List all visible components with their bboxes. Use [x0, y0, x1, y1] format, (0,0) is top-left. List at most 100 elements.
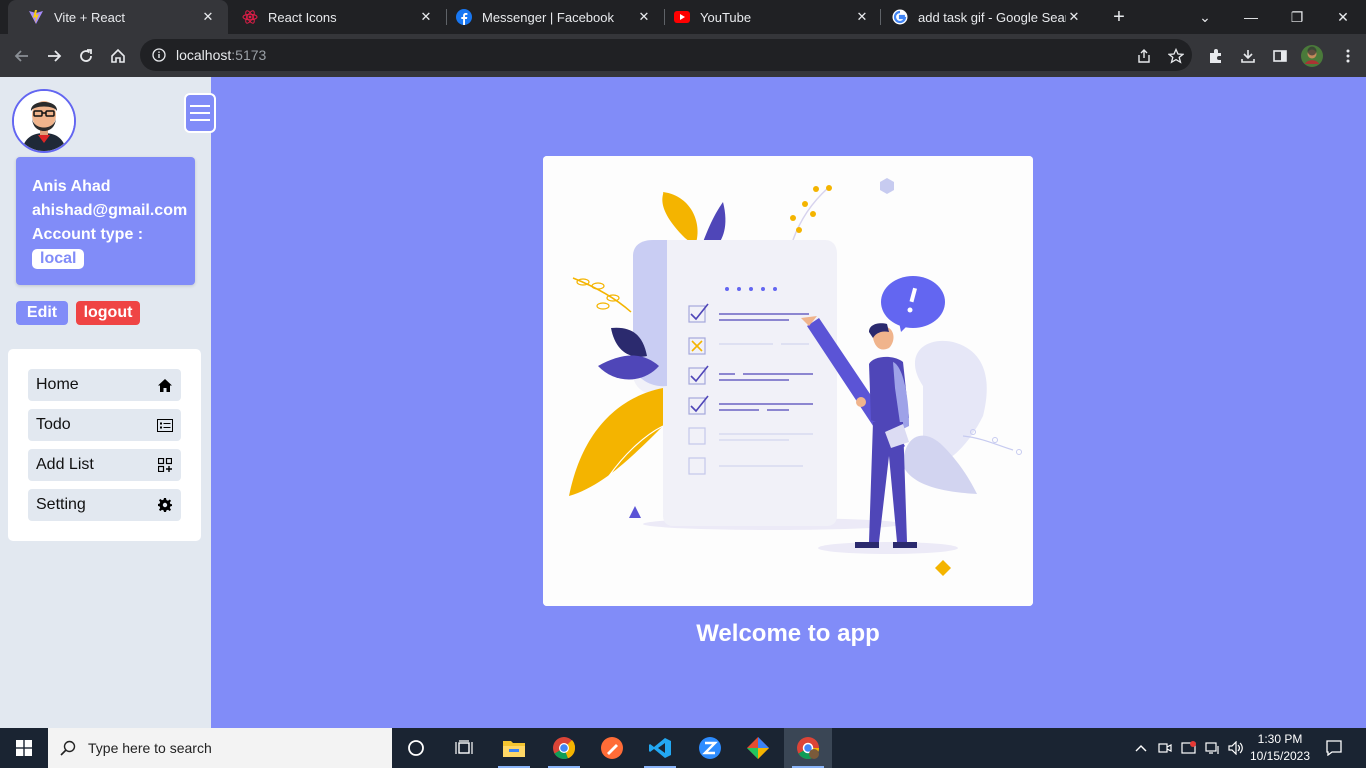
home-icon	[157, 377, 173, 393]
user-email: ahishad@gmail.com	[32, 202, 188, 219]
folder-icon	[503, 741, 525, 757]
sidebar-item-label: Home	[36, 376, 79, 393]
sidebar-item-todo[interactable]: Todo	[28, 409, 181, 441]
extensions-icon[interactable]	[1202, 42, 1230, 70]
restore-button[interactable]: ❐	[1274, 0, 1320, 34]
address-bar[interactable]: localhost:5173	[140, 39, 1192, 71]
task-checklist-illustration	[543, 156, 1033, 606]
notifications-icon[interactable]	[1322, 728, 1346, 768]
reload-icon	[80, 49, 92, 62]
menu-toggle-button[interactable]	[184, 93, 216, 133]
sidebar-item-add-list[interactable]: Add List	[28, 449, 181, 481]
git-app[interactable]	[734, 728, 782, 768]
cortana-button[interactable]	[392, 728, 440, 768]
taskbar-clock[interactable]: 1:30 PM 10/15/2023	[1244, 731, 1316, 765]
meet-now-icon[interactable]	[1156, 728, 1174, 768]
page-viewport: Anis Ahad ahishad@gmail.com Account type…	[0, 77, 1366, 728]
forward-arrow-icon	[48, 50, 62, 62]
chrome-profile-icon	[797, 737, 820, 760]
list-icon	[157, 417, 173, 433]
user-avatar-icon	[14, 91, 74, 151]
tab-title: add task gif - Google Search	[918, 9, 1066, 25]
tab-messenger[interactable]: Messenger | Facebook ✕	[436, 0, 664, 34]
profile-avatar-icon[interactable]	[1298, 42, 1326, 70]
youtube-icon	[674, 9, 690, 25]
task-view-icon	[455, 740, 473, 754]
close-window-button[interactable]: ✕	[1320, 0, 1366, 34]
close-icon[interactable]: ✕	[636, 9, 652, 25]
minimize-button[interactable]: —	[1228, 0, 1274, 34]
welcome-heading: Welcome to app	[696, 620, 880, 647]
chrome-icon	[553, 737, 576, 760]
chrome-profile-app[interactable]	[784, 728, 832, 768]
bookmark-star-icon[interactable]	[1162, 42, 1190, 70]
browser-tab-strip: Vite + React ✕ React Icons ✕ Messenger |…	[0, 0, 1366, 34]
tab-title: YouTube	[700, 9, 752, 25]
close-icon[interactable]: ✕	[200, 9, 216, 25]
google-icon	[892, 9, 908, 25]
download-icon[interactable]	[1234, 42, 1262, 70]
volume-icon[interactable]	[1226, 728, 1246, 768]
vscode-icon	[649, 738, 671, 758]
profile-card: Anis Ahad ahishad@gmail.com Account type…	[16, 157, 195, 285]
file-explorer-app[interactable]	[490, 728, 538, 768]
sidebar-item-setting[interactable]: Setting	[28, 489, 181, 521]
facebook-icon	[456, 9, 472, 25]
close-icon[interactable]: ✕	[1066, 9, 1082, 25]
clock-date: 10/15/2023	[1249, 749, 1311, 763]
close-icon[interactable]: ✕	[854, 9, 870, 25]
git-diamond-icon	[747, 737, 769, 759]
network-icon[interactable]	[1204, 728, 1222, 768]
user-name: Anis Ahad	[32, 178, 111, 195]
more-menu-icon[interactable]	[1334, 42, 1362, 70]
back-button[interactable]	[8, 42, 36, 70]
browser-toolbar: localhost:5173	[0, 34, 1366, 77]
search-placeholder: Type here to search	[88, 740, 212, 756]
sidebar-menu: Home Todo Add List Setting	[8, 349, 201, 541]
zoom-app[interactable]	[686, 728, 734, 768]
close-icon[interactable]: ✕	[418, 9, 434, 25]
sidebar-item-label: Setting	[36, 496, 86, 513]
security-icon[interactable]	[1180, 728, 1198, 768]
sidebar-item-home[interactable]: Home	[28, 369, 181, 401]
task-view-button[interactable]	[440, 728, 488, 768]
show-hidden-icons[interactable]	[1132, 728, 1150, 768]
react-icon	[242, 9, 258, 25]
account-type-label: Account type :	[32, 226, 144, 243]
cortana-circle-icon	[408, 740, 424, 756]
taskbar-search-input[interactable]: Type here to search	[48, 728, 392, 768]
back-arrow-icon	[14, 50, 28, 62]
sidebar: Anis Ahad ahishad@gmail.com Account type…	[0, 77, 216, 728]
home-button[interactable]	[104, 42, 132, 70]
logout-button[interactable]: logout	[76, 301, 140, 325]
reload-button[interactable]	[72, 42, 100, 70]
tab-youtube[interactable]: YouTube ✕	[654, 0, 882, 34]
postman-app[interactable]	[588, 728, 636, 768]
postman-icon	[601, 737, 623, 759]
add-list-icon	[157, 457, 173, 473]
sidebar-item-label: Add List	[36, 456, 94, 473]
start-button[interactable]	[0, 728, 48, 768]
chrome-app[interactable]	[540, 728, 588, 768]
vite-icon	[28, 9, 44, 25]
tab-vite-react[interactable]: Vite + React ✕	[8, 0, 228, 34]
vscode-app[interactable]	[636, 728, 684, 768]
search-icon	[60, 740, 76, 756]
forward-button[interactable]	[40, 42, 68, 70]
tab-title: Vite + React	[54, 9, 125, 25]
tab-react-icons[interactable]: React Icons ✕	[222, 0, 446, 34]
avatar[interactable]	[12, 89, 76, 153]
tab-search-icon[interactable]: ⌄	[1182, 0, 1228, 34]
tab-google-search[interactable]: add task gif - Google Search ✕	[872, 0, 1094, 34]
clock-time: 1:30 PM	[1257, 732, 1303, 746]
tab-title: React Icons	[268, 9, 337, 25]
info-icon	[152, 48, 166, 62]
new-tab-button[interactable]: +	[1108, 6, 1130, 28]
task-illustration-card	[543, 156, 1033, 606]
side-panel-icon[interactable]	[1266, 42, 1294, 70]
chevron-up-icon	[1135, 745, 1147, 752]
edit-button[interactable]: Edit	[16, 301, 68, 325]
share-icon[interactable]	[1130, 42, 1158, 70]
zoom-icon	[699, 737, 721, 759]
url-host: localhost	[176, 47, 232, 63]
